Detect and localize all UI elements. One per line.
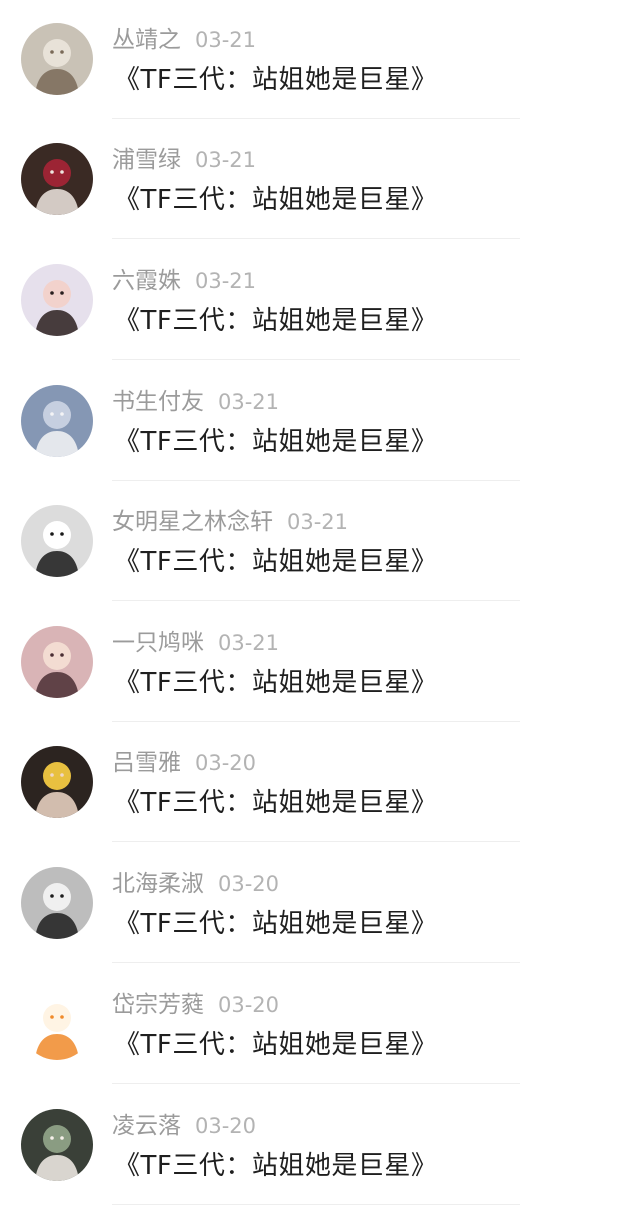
- avatar[interactable]: [21, 1109, 93, 1181]
- divider: [112, 118, 520, 119]
- anime-girl-avatar-icon: [21, 626, 93, 698]
- username[interactable]: 凌云落: [112, 1113, 181, 1139]
- girl-glasses-avatar-icon: [21, 746, 93, 818]
- comment-date: 03-20: [218, 993, 280, 1017]
- comment-item[interactable]: 北海柔淑 03-20 《TF三代：站姐她是巨星》: [0, 844, 640, 964]
- comment-item[interactable]: 书生付友 03-21 《TF三代：站姐她是巨星》: [0, 362, 640, 482]
- comment-text: 《TF三代：站姐她是巨星》: [114, 788, 438, 818]
- comment-text: 《TF三代：站姐她是巨星》: [114, 668, 438, 698]
- comment-meta: 女明星之林念轩 03-21: [112, 506, 348, 538]
- comment-date: 03-20: [218, 872, 280, 896]
- divider: [112, 600, 520, 601]
- username[interactable]: 岱宗芳蕤: [112, 992, 204, 1018]
- username[interactable]: 女明星之林念轩: [112, 509, 273, 535]
- comment-item[interactable]: 六霞姝 03-21 《TF三代：站姐她是巨星》: [0, 241, 640, 361]
- comment-item[interactable]: 岱宗芳蕤 03-20 《TF三代：站姐她是巨星》: [0, 965, 640, 1085]
- comment-date: 03-21: [287, 510, 349, 534]
- comment-text: 《TF三代：站姐她是巨星》: [114, 185, 438, 215]
- username[interactable]: 北海柔淑: [112, 871, 204, 897]
- comment-text: 《TF三代：站姐她是巨星》: [114, 427, 438, 457]
- username[interactable]: 一只鸠咪: [112, 630, 204, 656]
- comment-item[interactable]: 丛靖之 03-21 《TF三代：站姐她是巨星》: [0, 0, 640, 120]
- hamster-avatar-icon: [21, 988, 93, 1060]
- comment-meta: 丛靖之 03-21: [112, 24, 256, 56]
- username[interactable]: 浦雪绿: [112, 147, 181, 173]
- comment-meta: 一只鸠咪 03-21: [112, 627, 279, 659]
- comment-date: 03-21: [195, 28, 257, 52]
- night-sky-girl-avatar-icon: [21, 385, 93, 457]
- comment-item[interactable]: 女明星之林念轩 03-21 《TF三代：站姐她是巨星》: [0, 482, 640, 602]
- username[interactable]: 丛靖之: [112, 27, 181, 53]
- avatar[interactable]: [21, 626, 93, 698]
- avatar[interactable]: [21, 385, 93, 457]
- comment-meta: 凌云落 03-20: [112, 1110, 256, 1142]
- comment-item[interactable]: 一只鸠咪 03-21 《TF三代：站姐她是巨星》: [0, 603, 640, 723]
- divider: [112, 721, 520, 722]
- comment-date: 03-21: [195, 148, 257, 172]
- comment-date: 03-20: [195, 1114, 257, 1138]
- divider: [112, 238, 520, 239]
- person-at-table-avatar-icon: [21, 143, 93, 215]
- avatar[interactable]: [21, 23, 93, 95]
- avatar[interactable]: [21, 505, 93, 577]
- divider: [112, 1204, 520, 1205]
- cat-avatar-icon: [21, 23, 93, 95]
- avatar[interactable]: [21, 143, 93, 215]
- girl-portrait-avatar-icon: [21, 1109, 93, 1181]
- comment-date: 03-21: [195, 269, 257, 293]
- comment-meta: 北海柔淑 03-20: [112, 868, 279, 900]
- username[interactable]: 吕雪雅: [112, 750, 181, 776]
- avatar[interactable]: [21, 867, 93, 939]
- comment-item[interactable]: 浦雪绿 03-21 《TF三代：站姐她是巨星》: [0, 120, 640, 240]
- comment-list: 丛靖之 03-21 《TF三代：站姐她是巨星》 浦雪绿 03-21 《TF三代：站姐…: [0, 0, 640, 1210]
- comment-meta: 吕雪雅 03-20: [112, 747, 256, 779]
- comment-text: 《TF三代：站姐她是巨星》: [114, 547, 438, 577]
- divider: [112, 1083, 520, 1084]
- divider: [112, 962, 520, 963]
- comment-text: 《TF三代：站姐她是巨星》: [114, 1151, 438, 1181]
- comment-meta: 书生付友 03-21: [112, 386, 279, 418]
- comment-date: 03-21: [218, 390, 280, 414]
- divider: [112, 480, 520, 481]
- girl-white-shirt-avatar-icon: [21, 505, 93, 577]
- comment-text: 《TF三代：站姐她是巨星》: [114, 909, 438, 939]
- username[interactable]: 六霞姝: [112, 268, 181, 294]
- comment-text: 《TF三代：站姐她是巨星》: [114, 65, 438, 95]
- username[interactable]: 书生付友: [112, 389, 204, 415]
- comment-text: 《TF三代：站姐她是巨星》: [114, 306, 438, 336]
- girl-avatar-icon: [21, 264, 93, 336]
- avatar[interactable]: [21, 746, 93, 818]
- comment-text: 《TF三代：站姐她是巨星》: [114, 1030, 438, 1060]
- comment-item[interactable]: 凌云落 03-20 《TF三代：站姐她是巨星》: [0, 1086, 640, 1206]
- comment-meta: 六霞姝 03-21: [112, 265, 256, 297]
- divider: [112, 359, 520, 360]
- comment-date: 03-21: [218, 631, 280, 655]
- divider: [112, 841, 520, 842]
- avatar[interactable]: [21, 264, 93, 336]
- comment-meta: 浦雪绿 03-21: [112, 144, 256, 176]
- comment-meta: 岱宗芳蕤 03-20: [112, 989, 279, 1021]
- comment-date: 03-20: [195, 751, 257, 775]
- boy-avatar-icon: [21, 867, 93, 939]
- avatar[interactable]: [21, 988, 93, 1060]
- comment-item[interactable]: 吕雪雅 03-20 《TF三代：站姐她是巨星》: [0, 723, 640, 843]
